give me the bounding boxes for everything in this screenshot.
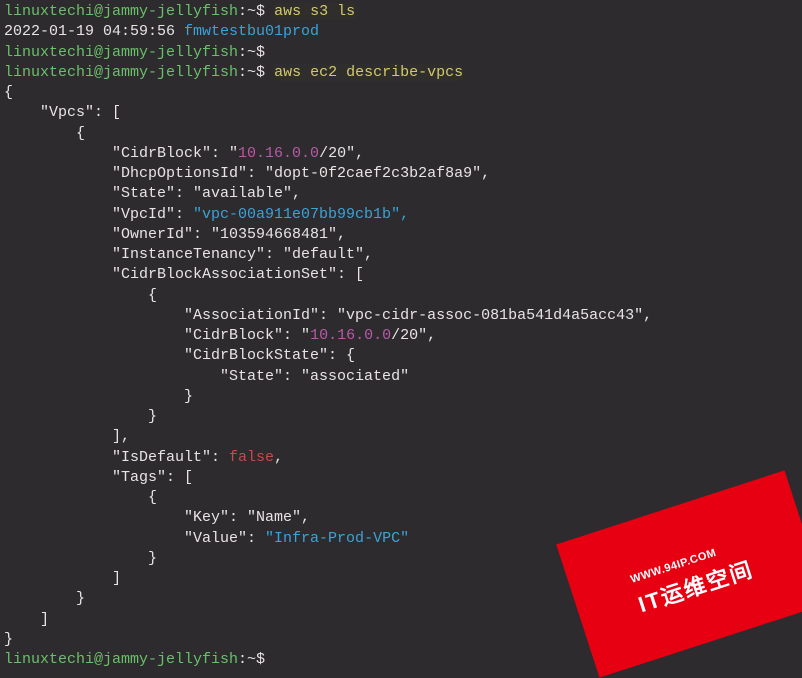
json-tag-close: } (4, 549, 798, 569)
json-state: "State": "available", (4, 184, 798, 204)
json-tenancy: "InstanceTenancy": "default", (4, 245, 798, 265)
json-cbstate-val: "State": "associated" (4, 367, 798, 387)
prompt-line-empty: linuxtechi@jammy-jellyfish:~$ (4, 43, 798, 63)
json-cbstate-close: } (4, 387, 798, 407)
json-vpcs-key: "Vpcs": [ (4, 103, 798, 123)
user-host: linuxtechi@jammy-jellyfish (4, 44, 238, 61)
s3-output-line: 2022-01-19 04:59:56 fmwtestbu01prod (4, 22, 798, 42)
json-brace-open: { (4, 83, 798, 103)
json-tags-close: ] (4, 569, 798, 589)
prompt-line-last[interactable]: linuxtechi@jammy-jellyfish:~$ (4, 650, 798, 670)
path-separator: :~$ (238, 64, 274, 81)
json-brace-close: } (4, 630, 798, 650)
json-cbaset-key: "CidrBlockAssociationSet": [ (4, 265, 798, 285)
json-array-close: } (4, 589, 798, 609)
prompt-line-1: linuxtechi@jammy-jellyfish:~$ aws s3 ls (4, 2, 798, 22)
json-cidrblock: "CidrBlock": "10.16.0.0/20", (4, 144, 798, 164)
command-aws-s3-ls[interactable]: aws s3 ls (274, 3, 355, 20)
json-tag-open: { (4, 488, 798, 508)
json-isdefault: "IsDefault": false, (4, 448, 798, 468)
json-array-open: { (4, 124, 798, 144)
terminal-output: linuxtechi@jammy-jellyfish:~$ aws s3 ls … (4, 2, 798, 670)
command-aws-ec2-describe-vpcs[interactable]: aws ec2 describe-vpcs (274, 64, 463, 81)
json-vpcid: "VpcId": "vpc-00a911e07bb99cb1b", (4, 205, 798, 225)
prompt-line-2: linuxtechi@jammy-jellyfish:~$ aws ec2 de… (4, 63, 798, 83)
json-dhcp: "DhcpOptionsId": "dopt-0f2caef2c3b2af8a9… (4, 164, 798, 184)
json-associd: "AssociationId": "vpc-cidr-assoc-081ba54… (4, 306, 798, 326)
json-cbaset-close: ], (4, 427, 798, 447)
json-ownerid: "OwnerId": "103594668481", (4, 225, 798, 245)
path-separator: :~$ (238, 44, 265, 61)
path-separator: :~$ (238, 651, 274, 668)
json-cba-cidr: "CidrBlock": "10.16.0.0/20", (4, 326, 798, 346)
json-cba-open: { (4, 286, 798, 306)
json-tag-key: "Key": "Name", (4, 508, 798, 528)
json-cbstate-open: "CidrBlockState": { (4, 346, 798, 366)
user-host: linuxtechi@jammy-jellyfish (4, 651, 238, 668)
path-separator: :~$ (238, 3, 274, 20)
user-host: linuxtechi@jammy-jellyfish (4, 64, 238, 81)
json-vpcs-close: ] (4, 610, 798, 630)
json-tags-open: "Tags": [ (4, 468, 798, 488)
timestamp: 2022-01-19 04:59:56 (4, 23, 184, 40)
bucket-name: fmwtestbu01prod (184, 23, 319, 40)
json-cba-close: } (4, 407, 798, 427)
json-tag-value: "Value": "Infra-Prod-VPC" (4, 529, 798, 549)
user-host: linuxtechi@jammy-jellyfish (4, 3, 238, 20)
